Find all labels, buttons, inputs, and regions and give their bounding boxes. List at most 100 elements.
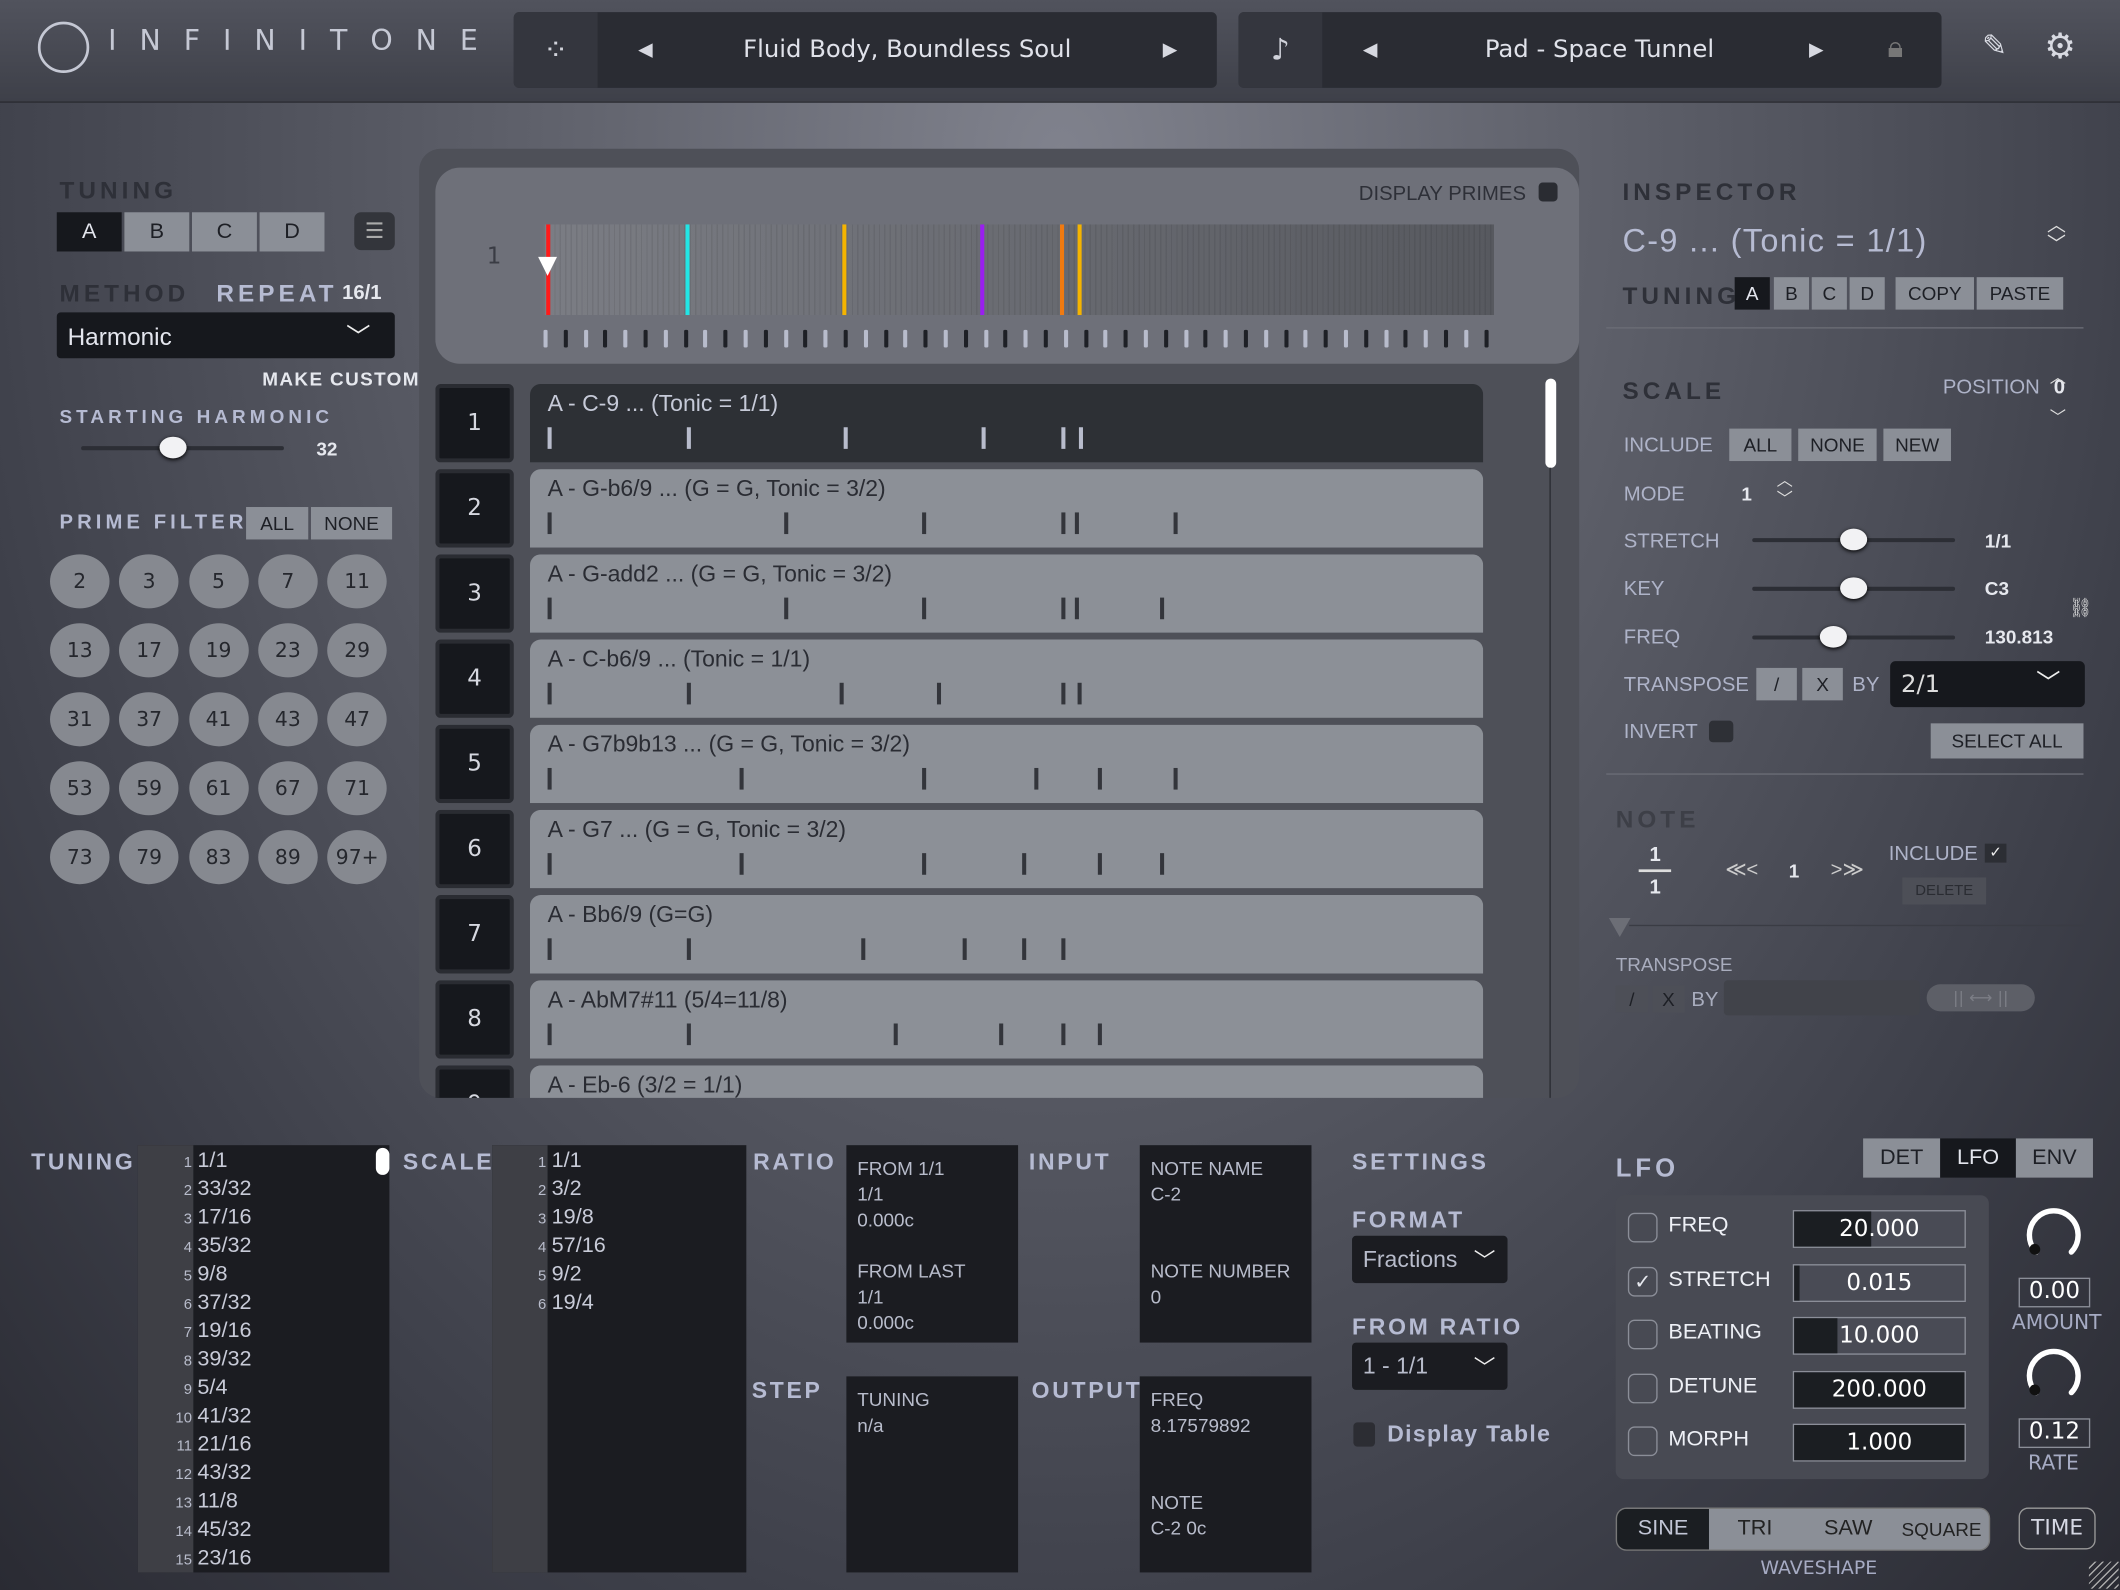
select-all-button[interactable]: SELECT ALL bbox=[1930, 723, 2084, 759]
prime-filter-41[interactable]: 41 bbox=[188, 692, 249, 747]
ratio-item[interactable]: 21/16 bbox=[197, 1430, 251, 1458]
note-marker[interactable] bbox=[1077, 224, 1082, 316]
scale-row-body[interactable]: A - Bb6/9 (G=G) bbox=[529, 895, 1484, 974]
tuning-tab-d[interactable]: D bbox=[259, 212, 325, 252]
playhead-marker[interactable] bbox=[538, 256, 558, 276]
slider-thumb[interactable] bbox=[1840, 528, 1868, 551]
prime-filter-59[interactable]: 59 bbox=[119, 761, 179, 816]
inspector-tuning-d[interactable]: D bbox=[1849, 277, 1885, 310]
tab-lfo[interactable]: LFO bbox=[1940, 1138, 2016, 1178]
ratio-item[interactable]: 11/8 bbox=[197, 1487, 237, 1515]
prime-filter-97+[interactable]: 97+ bbox=[327, 830, 387, 885]
prime-filter-47[interactable]: 47 bbox=[327, 692, 387, 747]
tuning-tab-a[interactable]: A bbox=[56, 212, 122, 252]
stretch-slider[interactable] bbox=[1752, 528, 1956, 551]
copy-button[interactable]: COPY bbox=[1895, 277, 1974, 310]
mode-stepper[interactable]: ︿ ﹀ bbox=[1777, 471, 1793, 509]
scale-list-scrollbar[interactable] bbox=[1545, 378, 1557, 468]
include-none-button[interactable]: NONE bbox=[1798, 428, 1877, 462]
key-slider[interactable] bbox=[1752, 577, 1956, 599]
scale-up-down-stepper[interactable]: ︿ ﹀ bbox=[2047, 216, 2066, 254]
invert-checkbox[interactable] bbox=[1708, 720, 1734, 743]
waveshape-saw[interactable]: SAW bbox=[1801, 1509, 1896, 1550]
scale-row[interactable]: 6 A - G7 ... (G = G, Tonic = 3/2) bbox=[435, 809, 1484, 889]
preset-next-button[interactable]: ▶ bbox=[1163, 39, 1178, 61]
ratio-item[interactable]: 5/4 bbox=[197, 1374, 227, 1402]
slider-thumb[interactable] bbox=[1840, 577, 1868, 599]
ratio-item[interactable]: 57/16 bbox=[552, 1232, 606, 1260]
lfo-detune-checkbox[interactable] bbox=[1627, 1372, 1658, 1403]
lfo-beating-checkbox[interactable] bbox=[1627, 1319, 1658, 1350]
tuning-strip[interactable] bbox=[543, 224, 1495, 316]
scale-row-body[interactable]: A - G7 ... (G = G, Tonic = 3/2) bbox=[529, 809, 1484, 889]
prime-filter-7[interactable]: 7 bbox=[258, 554, 318, 609]
prime-none-button[interactable]: NONE bbox=[310, 507, 393, 540]
scale-row-body[interactable]: A - AbM7#11 (5/4=11/8) bbox=[529, 980, 1484, 1059]
sound-next-button[interactable]: ▶ bbox=[1809, 39, 1824, 61]
prime-filter-31[interactable]: 31 bbox=[50, 692, 110, 747]
time-button[interactable]: TIME bbox=[2018, 1507, 2096, 1550]
amount-knob[interactable] bbox=[2023, 1203, 2085, 1265]
note-transpose-divide-button[interactable]: / bbox=[1615, 985, 1649, 1013]
lfo-stretch-checkbox[interactable]: ✓ bbox=[1627, 1266, 1658, 1296]
scale-row[interactable]: 2 A - G-b6/9 ... (G = G, Tonic = 3/2) bbox=[435, 469, 1484, 548]
ratio-item[interactable]: 19/8 bbox=[552, 1203, 594, 1231]
transpose-multiply-button[interactable]: X bbox=[1802, 667, 1843, 701]
save-icon[interactable]: ✎ bbox=[1982, 30, 2007, 64]
ratio-item[interactable]: 45/32 bbox=[197, 1516, 251, 1544]
prime-filter-5[interactable]: 5 bbox=[188, 554, 249, 609]
ratio-item[interactable]: 39/32 bbox=[197, 1345, 251, 1373]
method-dropdown[interactable]: Harmonic ﹀ bbox=[56, 312, 395, 359]
prime-filter-3[interactable]: 3 bbox=[119, 554, 179, 609]
preset-selector[interactable]: ⁘ ◀ Fluid Body, Boundless Soul ▶ bbox=[513, 12, 1217, 88]
preset-name[interactable]: Fluid Body, Boundless Soul bbox=[598, 35, 1217, 63]
prime-filter-11[interactable]: 11 bbox=[327, 554, 387, 609]
row-number[interactable]: 5 bbox=[435, 724, 514, 804]
rate-value[interactable]: 0.12 bbox=[2018, 1418, 2091, 1449]
scale-row[interactable]: 4 A - C-b6/9 ... (Tonic = 1/1) bbox=[435, 639, 1484, 718]
slider-thumb[interactable] bbox=[158, 436, 186, 459]
scale-row-body[interactable]: A - G-add2 ... (G = G, Tonic = 3/2) bbox=[529, 554, 1484, 633]
lock-icon[interactable]: 🔒︎ bbox=[1887, 31, 1903, 65]
ratio-item[interactable]: 19/16 bbox=[197, 1317, 251, 1345]
ratio-item[interactable]: 19/4 bbox=[552, 1288, 594, 1316]
resize-handle[interactable] bbox=[2088, 1561, 2119, 1589]
prime-filter-2[interactable]: 2 bbox=[50, 554, 110, 609]
paste-button[interactable]: PASTE bbox=[1976, 277, 2064, 310]
tuning-ratio-list[interactable]: 1 1/1 2 33/32 3 17/16 4 35/32 5 9/8 6 37/32 7 19/16 8 3… bbox=[137, 1145, 390, 1573]
lfo-freq-checkbox[interactable] bbox=[1627, 1212, 1658, 1243]
scale-row-body[interactable]: A - G-b6/9 ... (G = G, Tonic = 3/2) bbox=[529, 469, 1484, 548]
ratio-item[interactable]: 43/32 bbox=[197, 1459, 251, 1487]
ratio-item[interactable]: 23/16 bbox=[197, 1544, 251, 1572]
row-number[interactable]: 4 bbox=[435, 639, 514, 718]
prime-all-button[interactable]: ALL bbox=[246, 507, 309, 540]
note-marker[interactable] bbox=[685, 224, 690, 316]
display-table-checkbox[interactable] bbox=[1353, 1422, 1376, 1447]
unlock-icon[interactable]: ☰ bbox=[354, 212, 395, 251]
gear-icon[interactable]: ⚙ bbox=[2044, 27, 2076, 68]
rate-knob[interactable] bbox=[2023, 1344, 2085, 1406]
lfo-morph-checkbox[interactable] bbox=[1627, 1426, 1658, 1457]
lfo-stretch-field[interactable]: 0.015 bbox=[1792, 1263, 1966, 1302]
prime-filter-83[interactable]: 83 bbox=[188, 830, 249, 885]
include-new-button[interactable]: NEW bbox=[1883, 428, 1951, 462]
scale-row-body[interactable]: A - G7b9b13 ... (G = G, Tonic = 3/2) bbox=[529, 724, 1484, 804]
scale-row[interactable]: 9 A - Eb-6 (3/2 = 1/1) bbox=[435, 1065, 1484, 1098]
tuning-list-scrollbar[interactable] bbox=[375, 1147, 390, 1175]
amount-value[interactable]: 0.00 bbox=[2018, 1277, 2091, 1308]
tab-det[interactable]: DET bbox=[1863, 1138, 1941, 1178]
scale-row[interactable]: 3 A - G-add2 ... (G = G, Tonic = 3/2) bbox=[435, 554, 1484, 633]
scale-row-body[interactable]: A - C-9 ... (Tonic = 1/1) bbox=[529, 383, 1484, 463]
prime-filter-17[interactable]: 17 bbox=[119, 623, 179, 678]
tuning-tab-b[interactable]: B bbox=[124, 212, 190, 252]
row-number[interactable]: 7 bbox=[435, 895, 514, 974]
note-position-track[interactable] bbox=[1629, 924, 2084, 927]
scale-row[interactable]: 8 A - AbM7#11 (5/4=11/8) bbox=[435, 980, 1484, 1059]
unlink-icon[interactable]: ⛓ bbox=[2069, 598, 2093, 620]
transpose-divide-button[interactable]: / bbox=[1756, 667, 1797, 701]
inspector-tuning-c[interactable]: C bbox=[1811, 277, 1847, 310]
prime-filter-61[interactable]: 61 bbox=[188, 761, 249, 816]
ratio-item[interactable]: 3/2 bbox=[552, 1175, 582, 1203]
row-number[interactable]: 3 bbox=[435, 554, 514, 633]
note-stretch-toggle-icon[interactable]: || ⟷ || bbox=[1926, 984, 2035, 1012]
